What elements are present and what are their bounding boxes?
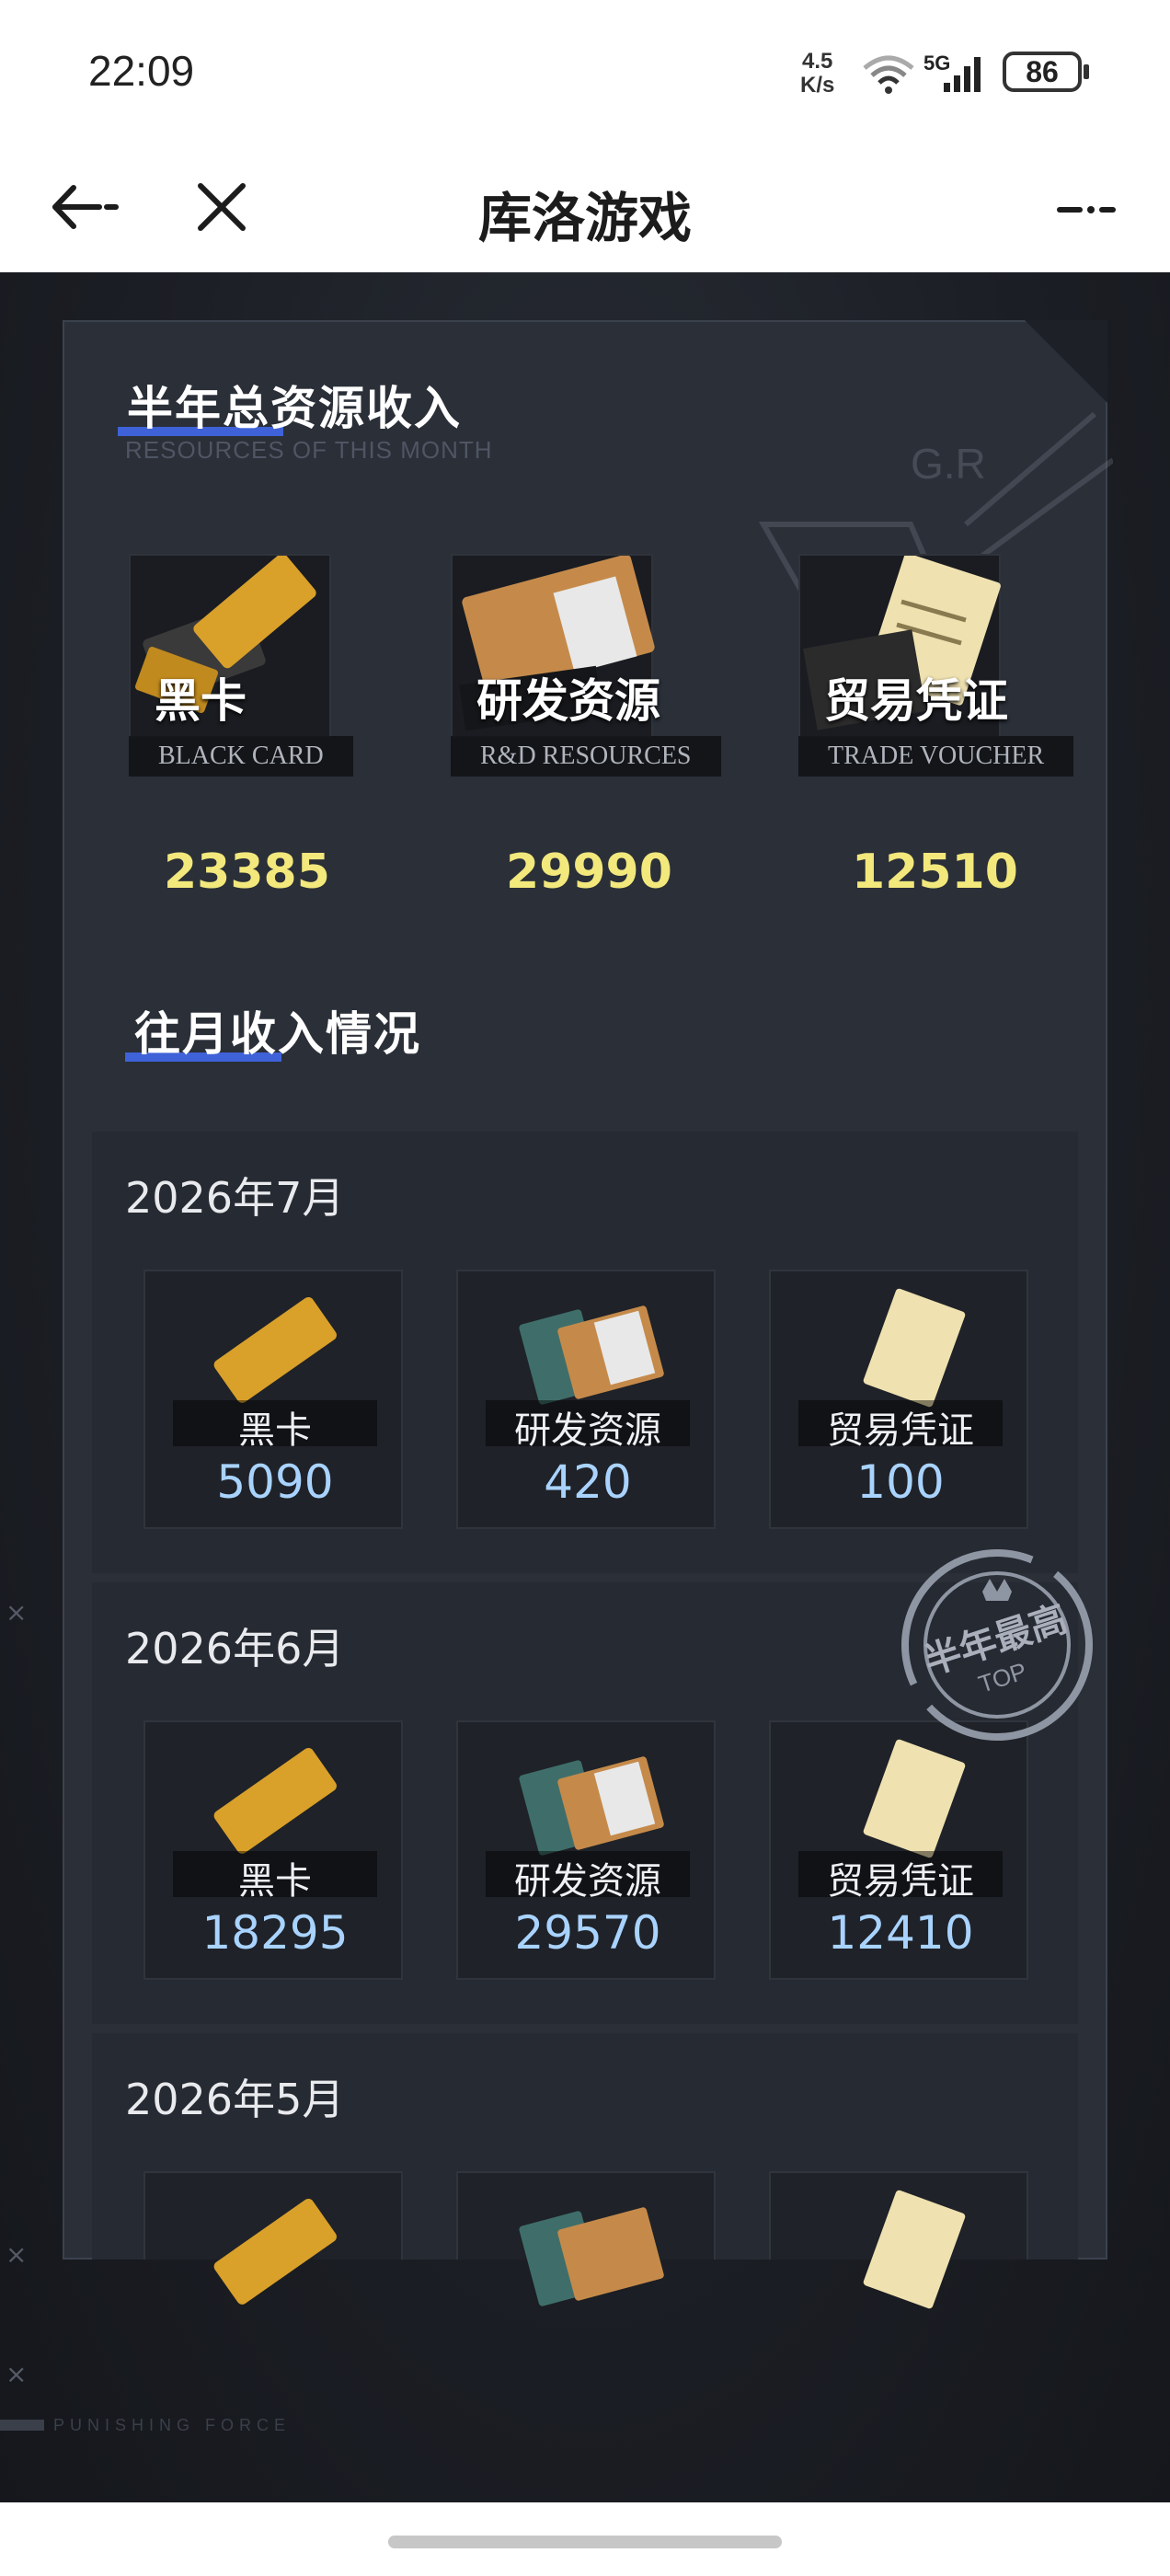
month-title: 2026年6月 <box>125 1624 345 1673</box>
page-title: 库洛游戏 <box>477 187 692 249</box>
month-item-black-card: 黑卡 5090 <box>143 1270 403 1529</box>
summary-label: 研发资源 <box>476 674 660 728</box>
month-item-trade-voucher: 贸易凭证 12410 <box>769 1720 1028 1980</box>
half-year-top-stamp: 半年最高 TOP <box>901 1549 1093 1741</box>
status-bar: 22:09 4.5 K/s 5G 86 <box>0 0 1170 138</box>
month-block: 2026年7月 黑卡 5090 研发资源 420 贸易凭证 100 <box>92 1132 1078 1573</box>
summary-subtitle: RESOURCES OF THIS MONTH <box>125 436 493 464</box>
month-item-label: 研发资源 <box>514 1409 661 1452</box>
net-speed-unit: K/s <box>800 73 835 98</box>
month-item-value: 420 <box>544 1455 632 1509</box>
brand-bar <box>0 2420 44 2431</box>
month-block: 2026年5月 <box>92 2033 1078 2309</box>
decor-x-mark: × <box>6 2359 28 2389</box>
home-indicator-area <box>0 2502 1170 2576</box>
summary-title: 半年总资源收入 <box>127 382 462 435</box>
summary-title-wrap: 半年总资源收入 <box>118 372 462 438</box>
summary-label-en: R&D RESOURCES <box>451 736 721 776</box>
rd-resources-icon <box>519 1756 664 1856</box>
month-item-label: 贸易凭证 <box>827 1860 974 1903</box>
month-item-value: 12410 <box>827 1906 974 1960</box>
more-options-icon[interactable] <box>1049 182 1122 237</box>
month-item-value: 18295 <box>201 1906 349 1960</box>
summary-card-rd-resources: 研发资源 R&D RESOURCES <box>451 526 721 802</box>
signal-icon <box>944 57 981 92</box>
summary-label-en: BLACK CARD <box>129 736 353 776</box>
black-card-icon <box>213 2198 337 2305</box>
battery-indicator: 86 <box>1003 52 1082 92</box>
month-item-trade-voucher: 贸易凭证 100 <box>769 1270 1028 1529</box>
month-item-trade-voucher <box>769 2171 1028 2309</box>
rd-resources-icon <box>519 1305 664 1405</box>
month-item-black-card: 黑卡 18295 <box>143 1720 403 1980</box>
summary-label: 贸易凭证 <box>824 674 1008 728</box>
status-time: 22:09 <box>88 47 195 95</box>
month-item-label: 黑卡 <box>238 1860 312 1903</box>
decor-x-mark: × <box>6 2239 28 2270</box>
rd-resources-icon <box>519 2207 664 2306</box>
battery-tip <box>1084 64 1089 79</box>
wifi-icon <box>863 55 914 94</box>
month-item-rd-resources <box>456 2171 716 2306</box>
history-title-wrap: 往月收入情况 <box>125 997 421 1064</box>
month-item-rd-resources: 研发资源 29570 <box>456 1720 716 1980</box>
trade-voucher-icon <box>863 2190 966 2309</box>
month-item-black-card <box>143 2171 403 2305</box>
nav-bar: 库洛游戏 <box>0 138 1170 272</box>
month-item-label: 黑卡 <box>238 1409 312 1452</box>
home-indicator[interactable] <box>388 2536 782 2548</box>
net-speed-value: 4.5 <box>801 49 833 74</box>
month-item-label: 研发资源 <box>514 1860 661 1903</box>
crown-icon <box>982 1579 1012 1601</box>
trade-voucher-icon <box>863 1288 966 1408</box>
summary-card-trade-voucher: 贸易凭证 TRADE VOUCHER <box>798 526 1074 802</box>
trade-voucher-icon <box>863 1739 966 1858</box>
summary-label-en: TRADE VOUCHER <box>798 736 1074 776</box>
brand-text: PUNISHING FORCE <box>53 2416 292 2434</box>
summary-label: 黑卡 <box>155 674 247 728</box>
black-card-icon <box>213 1747 337 1854</box>
history-title: 往月收入情况 <box>134 1007 421 1061</box>
summary-value-black-card: 23385 <box>164 845 330 900</box>
decor-x-mark: × <box>6 1597 28 1627</box>
month-title: 2026年7月 <box>125 1173 345 1223</box>
bottom-brand-text: PUNISHING FORCE <box>0 2416 291 2435</box>
panel-mark-text: G.R <box>911 440 986 488</box>
summary-card-black-card: 黑卡 BLACK CARD <box>129 526 396 802</box>
summary-value-rd-resources: 29990 <box>506 845 672 900</box>
summary-value-trade-voucher: 12510 <box>852 845 1018 900</box>
net-speed: 4.5 K/s <box>800 50 834 98</box>
month-item-value: 100 <box>856 1455 945 1509</box>
month-item-value: 5090 <box>216 1455 334 1509</box>
web-content: × × × G.R 半年总资源收入 RESOURCES OF THIS MONT… <box>0 272 1170 2502</box>
month-item-rd-resources: 研发资源 420 <box>456 1270 716 1529</box>
month-title: 2026年5月 <box>125 2075 345 2124</box>
month-item-label: 贸易凭证 <box>827 1409 974 1452</box>
black-card-icon <box>213 1296 337 1403</box>
month-item-value: 29570 <box>514 1906 661 1960</box>
